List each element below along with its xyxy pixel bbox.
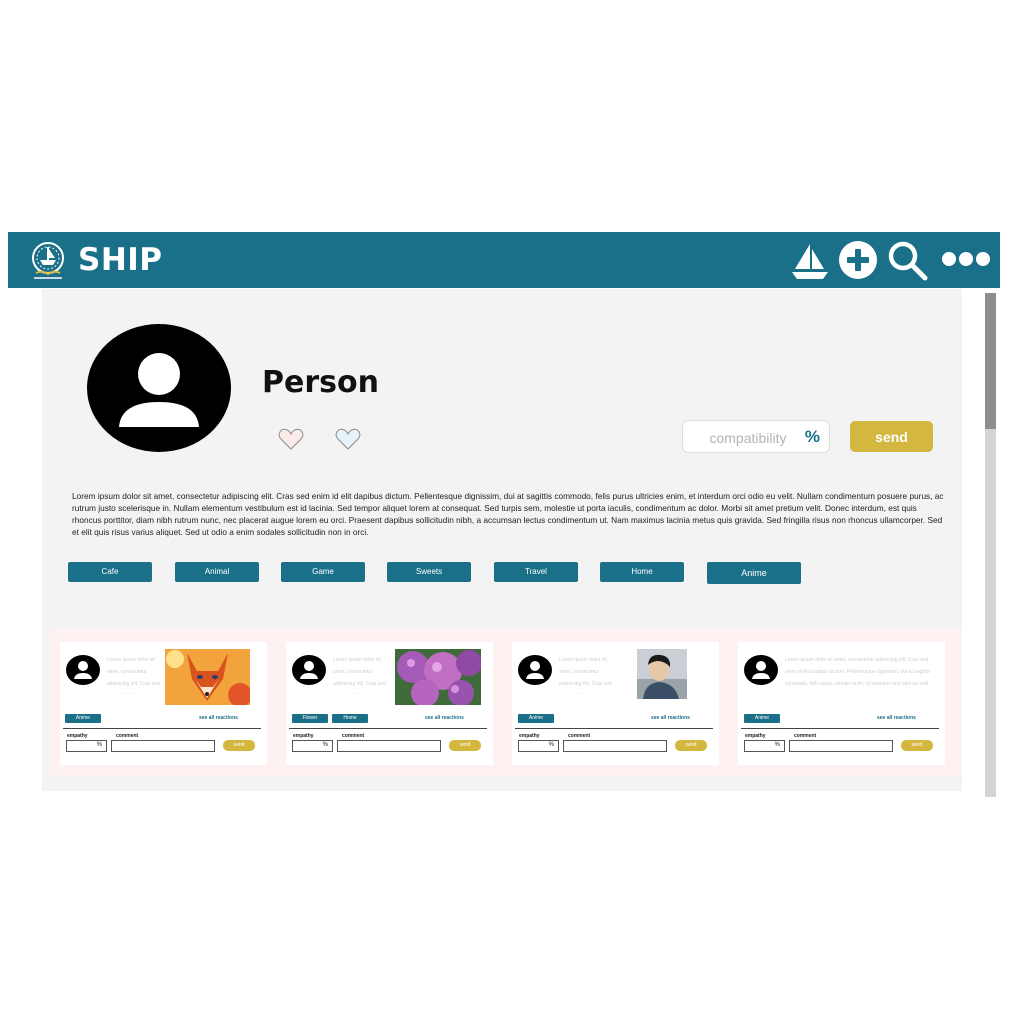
post-tag[interactable]: Anime: [65, 714, 101, 723]
heart-blue-icon[interactable]: [335, 427, 361, 451]
tag-animal[interactable]: Animal: [175, 562, 259, 582]
post-card: Lorem ipsum dolor sit amet, consectetur …: [286, 642, 493, 765]
post-send-button[interactable]: send: [449, 740, 481, 751]
profile-bio: Lorem ipsum dolor sit amet, consectetur …: [72, 491, 944, 537]
post-avatar: [66, 655, 100, 685]
post-send-button[interactable]: send: [223, 740, 255, 751]
send-compatibility-button[interactable]: send: [850, 421, 933, 452]
comment-input[interactable]: [563, 740, 667, 752]
divider: [515, 728, 713, 729]
percent-label: %: [804, 427, 820, 446]
scrollbar-thumb[interactable]: [985, 293, 996, 429]
tag-sweets[interactable]: Sweets: [387, 562, 471, 582]
percent-label: %: [774, 742, 780, 748]
percent-label: %: [96, 742, 102, 748]
scrollbar[interactable]: [985, 293, 996, 797]
see-all-reactions-link[interactable]: see all reactions: [651, 715, 690, 721]
post-avatar: [292, 655, 326, 685]
profile-avatar: [87, 324, 231, 452]
post-tag[interactable]: Home: [332, 714, 368, 723]
empathy-label: empathy: [519, 733, 540, 739]
empathy-label: empathy: [67, 733, 88, 739]
compatibility-field: %: [682, 420, 830, 453]
profile-name: Person: [262, 365, 379, 400]
top-bar: SHIP: [8, 232, 1000, 288]
comment-input[interactable]: [111, 740, 215, 752]
divider: [741, 728, 939, 729]
comment-label: comment: [794, 733, 817, 739]
empathy-input[interactable]: %: [744, 740, 785, 752]
comment-input[interactable]: [789, 740, 893, 752]
logo-icon[interactable]: [28, 240, 68, 282]
empathy-input[interactable]: %: [518, 740, 559, 752]
posts-section: Lorem ipsum dolor sit amet, consectetur …: [50, 628, 962, 776]
tag-cafe[interactable]: Cafe: [68, 562, 152, 582]
see-all-reactions-link[interactable]: see all reactions: [425, 715, 464, 721]
post-text: Lorem ipsum dolor sit amet, consectetur …: [785, 657, 930, 687]
post-text: Lorem ipsum dolor sit amet, consectetur …: [333, 657, 386, 694]
empathy-label: empathy: [745, 733, 766, 739]
tag-travel[interactable]: Travel: [494, 562, 578, 582]
see-all-reactions-link[interactable]: see all reactions: [199, 715, 238, 721]
search-icon[interactable]: [887, 240, 929, 282]
comment-label: comment: [342, 733, 365, 739]
divider: [289, 728, 487, 729]
post-text: Lorem ipsum dolor sit amet, consectetur …: [107, 657, 160, 694]
post-avatar: [744, 655, 778, 685]
tag-home[interactable]: Home: [600, 562, 684, 582]
profile-panel: Person % send Lorem ipsum dolor sit amet…: [42, 289, 962, 791]
empathy-label: empathy: [293, 733, 314, 739]
post-tag[interactable]: Anime: [518, 714, 554, 723]
add-circle-icon[interactable]: [838, 240, 878, 280]
post-text: Lorem ipsum dolor sit amet, consectetur …: [559, 657, 612, 694]
percent-label: %: [548, 742, 554, 748]
heart-pink-icon[interactable]: [278, 427, 304, 451]
post-send-button[interactable]: send: [901, 740, 933, 751]
more-dots-icon[interactable]: [941, 250, 991, 268]
tag-game[interactable]: Game: [281, 562, 365, 582]
divider: [63, 728, 261, 729]
percent-label: %: [322, 742, 328, 748]
compatibility-input[interactable]: [691, 426, 805, 450]
post-card: Lorem ipsum dolor sit amet, consectetur …: [512, 642, 719, 765]
comment-label: comment: [568, 733, 591, 739]
post-card: Lorem ipsum dolor sit amet, consectetur …: [738, 642, 945, 765]
brand-name: SHIP: [78, 242, 163, 278]
post-tag[interactable]: Anime: [744, 714, 780, 723]
see-all-reactions-link[interactable]: see all reactions: [877, 715, 916, 721]
tag-anime[interactable]: Anime: [707, 562, 801, 584]
post-send-button[interactable]: send: [675, 740, 707, 751]
empathy-input[interactable]: %: [66, 740, 107, 752]
post-tag[interactable]: Flower: [292, 714, 328, 723]
comment-label: comment: [116, 733, 139, 739]
post-avatar: [518, 655, 552, 685]
comment-input[interactable]: [337, 740, 441, 752]
hydrangea-image: [395, 649, 481, 705]
person-photo: [637, 649, 687, 699]
post-card: Lorem ipsum dolor sit amet, consectetur …: [60, 642, 267, 765]
empathy-input[interactable]: %: [292, 740, 333, 752]
fox-image: [165, 649, 250, 705]
ship-icon[interactable]: [790, 241, 830, 281]
